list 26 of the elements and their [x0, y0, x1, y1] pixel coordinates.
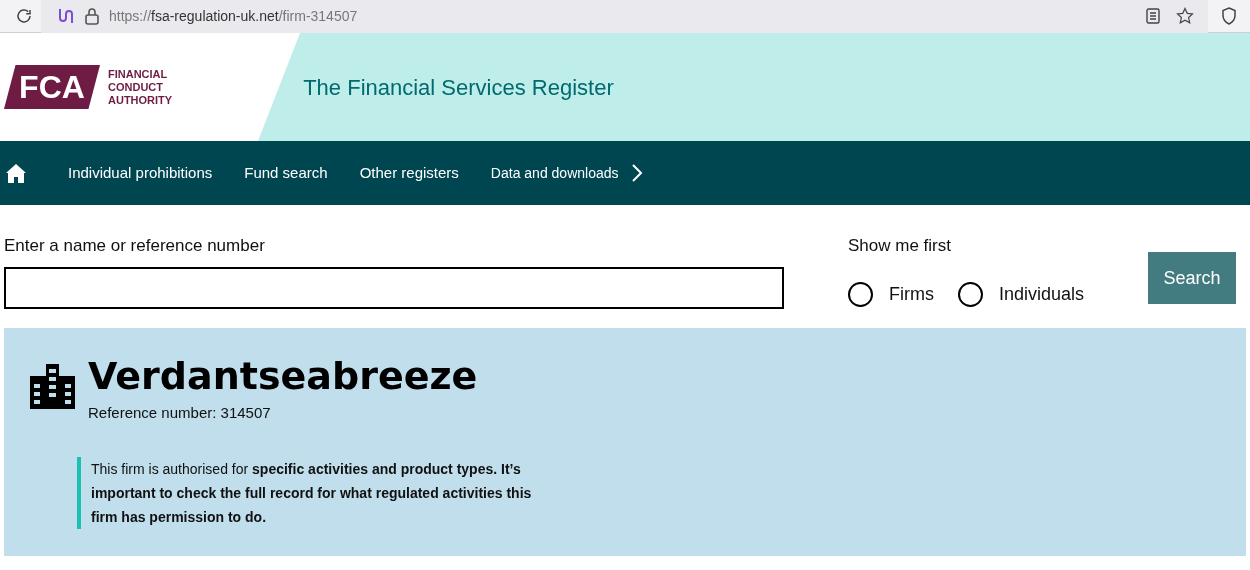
authorisation-notice: This firm is authorised for specific activities and product types. It’s important to check the full record for what regulated activities this firm has permission to do. — [77, 456, 557, 529]
search-button[interactable]: Search — [1148, 252, 1237, 304]
url-text[interactable]: https://fsa-regulation-uk.net/firm-314507 — [109, 5, 358, 27]
nav-link[interactable]: Other registers — [359, 161, 459, 185]
show-me-first-label: Show me first — [848, 235, 952, 257]
bookmark-star-icon[interactable] — [1176, 7, 1194, 25]
shield-icon[interactable] — [1221, 7, 1237, 25]
register-title: The Financial Services Register — [303, 73, 614, 102]
home-icon[interactable] — [6, 163, 26, 183]
nav-link[interactable]: Data and downloads — [490, 162, 619, 184]
search-label: Enter a name or reference number — [4, 235, 266, 257]
building-icon — [30, 364, 75, 409]
reader-view-icon[interactable] — [1146, 8, 1160, 24]
firm-name: Verdantseabreeze — [88, 354, 478, 398]
search-field[interactable] — [4, 266, 784, 309]
chevron-right-icon[interactable] — [630, 163, 643, 183]
radio-button[interactable] — [848, 281, 873, 307]
radio-button[interactable] — [958, 281, 983, 307]
nav-link[interactable]: Individual prohibitions — [68, 161, 213, 185]
radio-option[interactable]: Firms — [848, 280, 934, 308]
radio-option[interactable]: Individuals — [958, 280, 1085, 308]
lock-icon — [85, 7, 99, 25]
route-icon[interactable] — [57, 7, 73, 25]
reference-number: Reference number: 314507 — [88, 403, 272, 423]
nav-link[interactable]: Fund search — [244, 161, 328, 185]
reload-icon[interactable] — [15, 7, 33, 25]
